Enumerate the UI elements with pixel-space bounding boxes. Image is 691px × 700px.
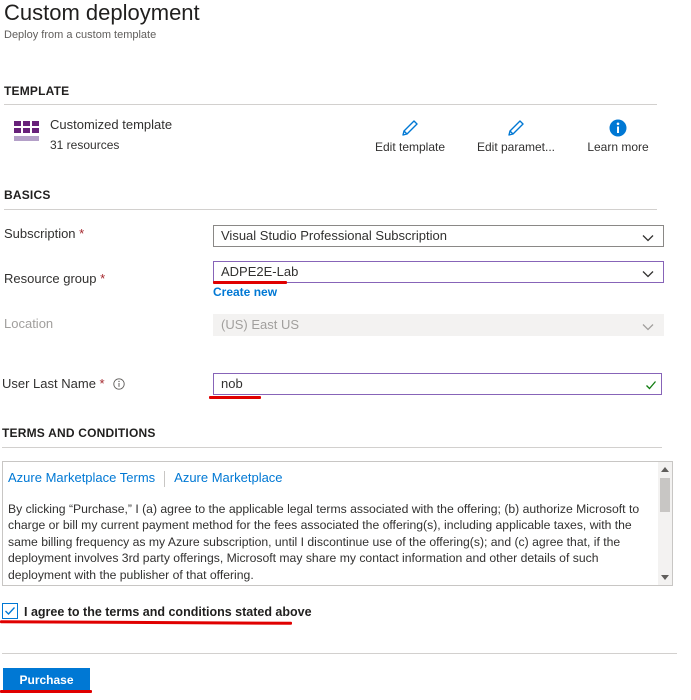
checkmark-icon xyxy=(645,377,657,390)
page-title: Custom deployment xyxy=(4,0,200,25)
location-label: Location xyxy=(4,316,54,331)
resource-group-label: Resource group * xyxy=(4,271,106,286)
info-icon xyxy=(580,118,656,138)
learn-more-button[interactable]: Learn more xyxy=(580,118,656,154)
location-dropdown: (US) East US xyxy=(213,314,664,336)
subscription-dropdown[interactable]: Visual Studio Professional Subscription xyxy=(213,225,664,247)
annotation-underline-agree xyxy=(0,620,293,625)
chevron-down-icon xyxy=(642,266,654,278)
terms-links: Azure Marketplace Terms Azure Marketplace xyxy=(8,470,283,487)
chevron-down-icon xyxy=(642,319,654,331)
terms-divider xyxy=(2,447,662,448)
pencil-icon xyxy=(366,118,454,138)
scroll-down-icon[interactable] xyxy=(661,575,669,580)
info-icon[interactable] xyxy=(113,378,125,393)
basics-divider xyxy=(4,209,657,210)
marketplace-link[interactable]: Azure Marketplace xyxy=(174,470,282,485)
subscription-value: Visual Studio Professional Subscription xyxy=(221,228,447,243)
pencil-icon xyxy=(470,118,562,138)
annotation-underline-last-name xyxy=(209,396,261,399)
purchase-button[interactable]: Purchase xyxy=(3,668,90,692)
template-name: Customized template xyxy=(50,117,173,132)
user-last-name-input[interactable]: nob xyxy=(213,373,662,395)
link-separator xyxy=(164,470,166,487)
edit-parameters-button[interactable]: Edit paramet... xyxy=(470,118,562,154)
user-last-name-label: User Last Name * xyxy=(2,376,125,393)
edit-parameters-label: Edit paramet... xyxy=(476,140,556,154)
scrollbar-thumb[interactable] xyxy=(660,478,670,512)
user-last-name-value: nob xyxy=(221,376,243,391)
page-subtitle: Deploy from a custom template xyxy=(4,29,157,41)
agree-terms-label: I agree to the terms and conditions stat… xyxy=(24,605,312,619)
terms-section-header: TERMS AND CONDITIONS xyxy=(2,426,156,440)
agree-terms-checkbox[interactable] xyxy=(2,603,18,619)
terms-box: Azure Marketplace Terms Azure Marketplace… xyxy=(2,461,673,586)
annotation-underline-resource-group xyxy=(213,281,287,284)
terms-body-text: By clicking “Purchase,” I (a) agree to t… xyxy=(8,502,640,582)
basics-section-header: BASICS xyxy=(4,188,51,202)
subscription-label: Subscription * xyxy=(4,226,85,241)
resource-group-value: ADPE2E-Lab xyxy=(221,264,299,279)
chevron-down-icon xyxy=(642,230,654,242)
edit-template-label: Edit template xyxy=(374,140,446,154)
terms-scrollbar[interactable] xyxy=(658,462,672,585)
template-divider xyxy=(4,104,657,105)
marketplace-terms-link[interactable]: Azure Marketplace Terms xyxy=(8,470,155,485)
location-value: (US) East US xyxy=(221,317,300,332)
template-section-header: TEMPLATE xyxy=(4,84,70,98)
template-resource-count: 31 resources xyxy=(50,138,120,152)
grid-template-icon xyxy=(14,119,40,147)
annotation-underline-purchase xyxy=(0,690,92,693)
checkmark-icon xyxy=(3,604,17,618)
edit-template-button[interactable]: Edit template xyxy=(366,118,454,154)
create-new-resource-group-link[interactable]: Create new xyxy=(213,285,277,299)
resource-group-dropdown[interactable]: ADPE2E-Lab xyxy=(213,261,664,283)
learn-more-label: Learn more xyxy=(587,140,649,154)
footer-divider xyxy=(2,653,677,654)
scroll-up-icon[interactable] xyxy=(661,467,669,472)
